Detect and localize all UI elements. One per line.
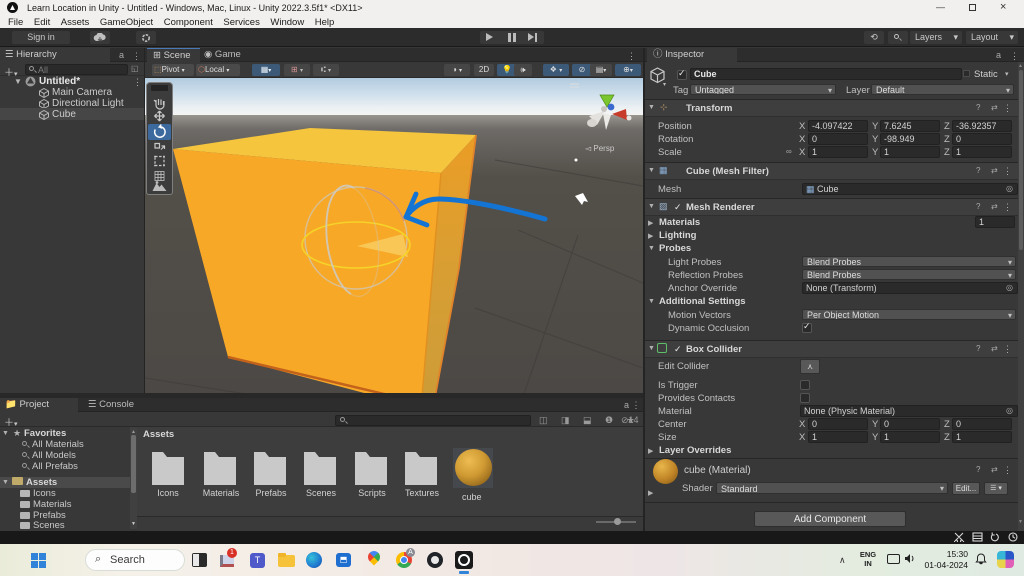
svg-text:Scripts: Scripts <box>358 488 386 498</box>
svg-text:Scenes: Scenes <box>306 488 337 498</box>
svg-text:◅ Persp: ◅ Persp <box>585 144 615 153</box>
svg-text:Materials: Materials <box>203 488 240 498</box>
svg-text:Textures: Textures <box>405 488 440 498</box>
svg-text:Prefabs: Prefabs <box>255 488 287 498</box>
svg-text:Icons: Icons <box>157 488 179 498</box>
